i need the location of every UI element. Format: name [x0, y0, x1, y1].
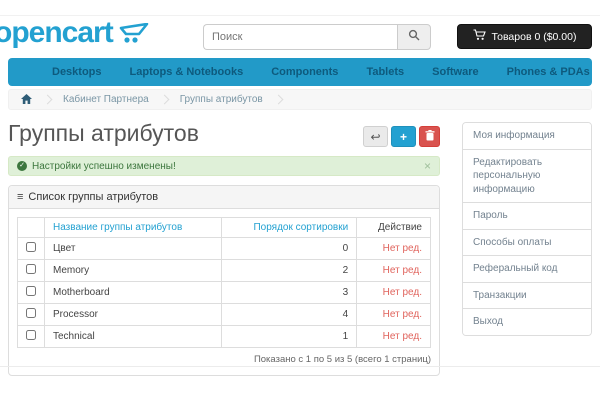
check-circle-icon: ✓ [17, 161, 27, 171]
column-header-sort-order[interactable]: Порядок сортировки [222, 218, 357, 238]
row-checkbox[interactable] [26, 264, 36, 274]
cart-button[interactable]: Товаров 0 ($0.00) [457, 24, 592, 49]
breadcrumb-attribute-groups: Группы атрибутов [180, 94, 263, 105]
group-name: Memory [45, 260, 222, 282]
sort-order: 0 [222, 238, 357, 260]
sort-order: 4 [222, 304, 357, 326]
top-strip [0, 0, 600, 16]
main-column: Группы атрибутов ↩ + [8, 110, 440, 376]
table-row: Motherboard 3 Нет ред. [18, 282, 431, 304]
menu-item-software[interactable]: Software [418, 66, 492, 78]
sidebar-item-referral-code[interactable]: Реферальный код [463, 256, 591, 283]
search-button[interactable] [397, 24, 431, 50]
panel-header: ≡ Список группы атрибутов [9, 186, 439, 209]
sort-order: 3 [222, 282, 357, 304]
attribute-groups-table: Название группы атрибутов Порядок сортир… [17, 217, 431, 348]
sidebar-item-logout[interactable]: Выход [463, 309, 591, 335]
table-row: Цвет 0 Нет ред. [18, 238, 431, 260]
sidebar-item-payment-methods[interactable]: Способы оплаты [463, 230, 591, 257]
panel-body: Название группы атрибутов Порядок сортир… [9, 209, 439, 375]
footer-divider [0, 366, 600, 367]
account-sidebar-column: Моя информация Редактировать персональну… [462, 110, 592, 376]
content-area: Группы атрибутов ↩ + [8, 110, 592, 376]
alert-close-icon[interactable]: × [424, 160, 431, 172]
success-alert: ✓ Настройки успешно изменены! × [8, 156, 440, 176]
table-row: Processor 4 Нет ред. [18, 304, 431, 326]
row-checkbox[interactable] [26, 330, 36, 340]
sort-order: 2 [222, 260, 357, 282]
table-header-row: Название группы атрибутов Порядок сортир… [18, 218, 431, 238]
title-row: Группы атрибутов ↩ + [8, 110, 440, 154]
back-button[interactable]: ↩ [363, 126, 388, 147]
logo-cart-icon [119, 23, 151, 48]
row-checkbox[interactable] [26, 286, 36, 296]
breadcrumb-partner-account[interactable]: Кабинет Партнера [63, 94, 149, 105]
group-name: Technical [45, 326, 222, 348]
action-label: Нет ред. [357, 326, 431, 348]
sidebar-item-edit-info[interactable]: Редактировать персональную информацию [463, 150, 591, 204]
sidebar-item-transactions[interactable]: Транзакции [463, 283, 591, 310]
menu-item-tablets[interactable]: Tablets [352, 66, 418, 78]
action-label: Нет ред. [357, 282, 431, 304]
breadcrumb: Кабинет Партнера Группы атрибутов [8, 89, 592, 110]
action-label: Нет ред. [357, 304, 431, 326]
menu-item-desktops[interactable]: Desktops [38, 66, 116, 78]
group-name: Processor [45, 304, 222, 326]
search-box [203, 24, 431, 50]
menu-item-components[interactable]: Components [257, 66, 352, 78]
plus-icon: + [400, 130, 407, 144]
row-checkbox[interactable] [26, 308, 36, 318]
page: opencart [0, 0, 600, 400]
trash-icon [425, 130, 435, 144]
group-name: Цвет [45, 238, 222, 260]
opencart-logo[interactable]: opencart [0, 18, 151, 48]
alert-message: Настройки успешно изменены! [32, 161, 424, 172]
group-name: Motherboard [45, 282, 222, 304]
delete-button[interactable] [419, 126, 440, 147]
menu-item-laptops[interactable]: Laptops & Notebooks [116, 66, 258, 78]
main-menu: Desktops Laptops & Notebooks Components … [8, 58, 592, 86]
breadcrumb-separator [43, 95, 53, 105]
breadcrumb-separator [159, 95, 169, 105]
search-icon [408, 28, 420, 46]
logo-text: opencart [0, 18, 113, 48]
sort-order: 1 [222, 326, 357, 348]
add-button[interactable]: + [391, 126, 416, 147]
select-all-header [18, 218, 45, 238]
row-checkbox[interactable] [26, 242, 36, 252]
home-icon[interactable] [21, 91, 32, 109]
action-label: Нет ред. [357, 238, 431, 260]
column-header-name[interactable]: Название группы атрибутов [45, 218, 222, 238]
page-title: Группы атрибутов [8, 120, 199, 147]
menu-item-phones[interactable]: Phones & PDAs [493, 66, 600, 78]
breadcrumb-separator [273, 95, 283, 105]
list-icon: ≡ [17, 191, 23, 203]
cart-button-label: Товаров 0 ($0.00) [492, 31, 577, 43]
table-row: Technical 1 Нет ред. [18, 326, 431, 348]
store-header: opencart [0, 16, 600, 58]
action-button-group: ↩ + [363, 126, 440, 147]
table-row: Memory 2 Нет ред. [18, 260, 431, 282]
sidebar-item-my-info[interactable]: Моя информация [463, 123, 591, 150]
attribute-groups-panel: ≡ Список группы атрибутов Название групп… [8, 185, 440, 376]
search-input[interactable] [203, 24, 397, 50]
panel-title: Список группы атрибутов [28, 191, 158, 203]
cart-icon [473, 29, 486, 44]
sidebar-item-password[interactable]: Пароль [463, 203, 591, 230]
undo-arrow-icon: ↩ [370, 130, 380, 144]
column-header-action: Действие [357, 218, 431, 238]
account-sidebar: Моя информация Редактировать персональну… [462, 122, 592, 336]
action-label: Нет ред. [357, 260, 431, 282]
